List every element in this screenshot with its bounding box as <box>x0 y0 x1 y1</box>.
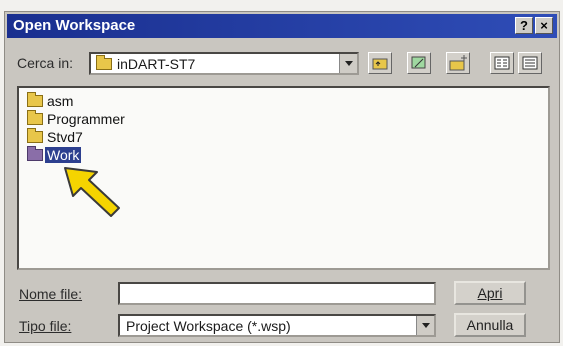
help-button[interactable]: ? <box>515 17 533 34</box>
details-view-button[interactable] <box>518 52 542 74</box>
file-type-label: Tipo file: <box>19 318 72 334</box>
file-name-label: Nome file: <box>19 286 83 302</box>
folder-icon <box>27 128 43 143</box>
file-type-dropdown[interactable]: Project Workspace (*.wsp) <box>118 314 436 337</box>
file-type-value: Project Workspace (*.wsp) <box>126 318 291 334</box>
folder-icon <box>27 92 43 107</box>
look-in-dropdown-button[interactable] <box>339 54 357 73</box>
new-folder-icon <box>449 55 467 71</box>
up-folder-button[interactable] <box>368 52 392 74</box>
details-view-icon <box>522 56 538 70</box>
folder-icon <box>96 55 112 70</box>
up-folder-icon <box>372 58 388 70</box>
chevron-down-icon <box>345 61 353 66</box>
chevron-down-icon <box>422 323 430 328</box>
new-folder-button[interactable] <box>446 52 470 74</box>
file-name-field[interactable] <box>118 282 436 305</box>
window-title: Open Workspace <box>13 17 136 34</box>
open-workspace-dialog: Open Workspace ? × Cerca in: inDART-ST7 … <box>4 11 560 343</box>
look-in-dropdown[interactable]: inDART-ST7 <box>89 52 359 75</box>
close-button[interactable]: × <box>535 17 553 34</box>
folder-icon <box>27 110 43 125</box>
pointer-arrow-icon <box>64 167 120 217</box>
file-list[interactable]: asm Programmer Stvd7 Work <box>17 86 550 270</box>
look-in-value: inDART-ST7 <box>117 56 196 72</box>
desktop-button[interactable] <box>407 52 431 74</box>
list-view-icon <box>494 56 510 70</box>
file-type-dropdown-button[interactable] <box>416 316 434 335</box>
look-in-label: Cerca in: <box>17 55 74 71</box>
list-item-label: asm <box>47 93 74 109</box>
open-button[interactable]: Apri <box>454 281 526 305</box>
desktop-icon <box>411 56 426 69</box>
list-item-label: Stvd7 <box>47 129 83 145</box>
title-bar: Open Workspace ? × <box>7 14 557 38</box>
list-item-label: Programmer <box>47 111 125 127</box>
folder-icon <box>27 146 43 161</box>
cancel-button[interactable]: Annulla <box>454 313 526 337</box>
list-view-button[interactable] <box>490 52 514 74</box>
